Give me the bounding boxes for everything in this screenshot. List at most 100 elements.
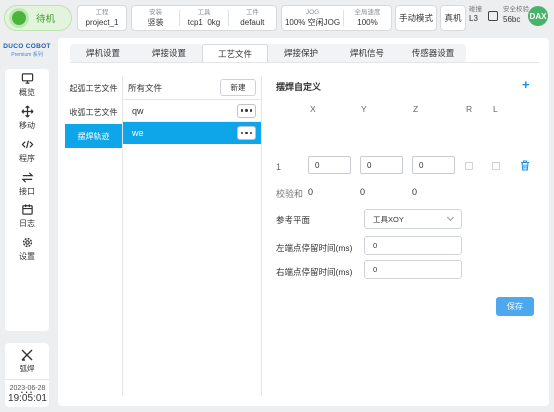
file-type-list: 起弧工艺文件 收弧工艺文件 摆焊轨迹 [65,76,122,148]
y-input[interactable]: 0 [360,156,403,174]
welding-torch-icon [21,349,33,361]
tool-value: tcp1 [187,18,203,27]
left-dwell-label: 左端点停留时间(ms) [276,243,353,253]
checksum-y: 0 [360,187,366,197]
column-y: Y [361,104,367,114]
jog-speed-info[interactable]: JOG 100% 空闲JOG 全局速度 100% [281,5,392,31]
install-label: 安装 [149,9,163,16]
tab-welding-settings[interactable]: 焊接设置 [136,44,202,62]
weave-editor: 摆焊自定义 + X Y Z R L 1 0 0 0 校验和 0 0 0 参考平面… [276,76,541,401]
z-input[interactable]: 0 [412,156,455,174]
project-value: project_1 [85,18,119,27]
sidebar-item-label: 弧焊 [19,364,35,373]
sidebar-item-overview[interactable]: 概览 [5,69,49,102]
logo: DUCO COBOT Premium 系列 [3,42,51,60]
tab-welder-signals[interactable]: 焊机信号 [334,44,400,62]
sidebar: DUCO COBOT Premium 系列 概览 移动 程序 接口 日志 设置 [0,34,55,412]
workpiece-value: default [240,18,265,27]
sidebar-item-label: 设置 [19,252,35,262]
column-l: L [493,104,498,114]
sidebar-item-arc-welding[interactable]: 弧焊 [5,343,49,379]
file-type-arc-end[interactable]: 收弧工艺文件 [65,100,122,124]
tab-divider [70,62,539,63]
tab-bar: 焊机设置 焊接设置 工艺文件 焊接保护 焊机信号 传感器设置 [70,44,466,62]
sidebar-item-label: 移动 [19,121,35,131]
column-x: X [310,104,316,114]
trash-icon[interactable] [520,160,530,171]
ref-plane-value: 工具XOY [373,214,404,224]
collision-level[interactable]: 碰撞 L3 [469,5,482,23]
sidebar-item-label: 概览 [19,88,35,98]
right-dwell-label: 右端点停留时间(ms) [276,267,353,277]
code-icon [21,140,33,149]
safety-label: 安全校验 [503,6,529,13]
list-item[interactable]: qw [123,100,261,122]
manual-mode-button[interactable]: 手动模式 [395,5,437,31]
r-checkbox[interactable] [465,162,473,170]
more-options-icon[interactable] [237,103,256,118]
x-input[interactable]: 0 [308,156,351,174]
jog-mode: 空闲JOG [307,18,341,27]
tab-process-files[interactable]: 工艺文件 [202,44,268,62]
install-tool-info[interactable]: 安装 竖装 工具 tcp1 0kg 工件 default [131,5,277,31]
main-panel: 焊机设置 焊接设置 工艺文件 焊接保护 焊机信号 传感器设置 起弧工艺文件 收弧… [58,38,549,406]
file-type-arc-start[interactable]: 起弧工艺文件 [65,76,122,100]
safety-value: 56bc [503,15,521,24]
ref-plane-label: 参考平面 [276,215,311,225]
real-robot-button[interactable]: 真机 [440,5,466,31]
right-dwell-input[interactable]: 0 [364,260,462,279]
sidebar-item-log[interactable]: 日志 [5,200,49,233]
tool-weight: 0kg [207,18,221,27]
column-r: R [466,104,473,114]
sidebar-item-move[interactable]: 移动 [5,102,49,135]
collision-value: L3 [469,14,478,23]
safety-check: 安全校验 56bc [503,5,529,25]
file-name: qw [132,105,144,116]
checksum-x: 0 [308,187,314,197]
file-list: 所有文件 新建 qw we [122,76,262,396]
status-indicator-icon [12,11,26,25]
save-button[interactable]: 保存 [496,297,534,316]
add-point-icon[interactable]: + [522,77,530,92]
sidebar-item-interface[interactable]: 接口 [5,167,49,200]
file-list-title: 所有文件 [128,82,163,93]
robot-status-badge[interactable]: 待机 [4,5,72,31]
fullscreen-icon[interactable] [488,11,498,21]
more-options-icon[interactable] [237,126,256,140]
tab-welding-protection[interactable]: 焊接保护 [268,44,334,62]
sidebar-item-settings[interactable]: 设置 [5,233,49,266]
clock: 2023-06-28 19:05:01 [0,384,55,404]
file-list-header: 所有文件 新建 [123,76,261,100]
clock-time: 19:05:01 [8,393,47,404]
user-avatar[interactable]: DAX [528,6,548,26]
column-z: Z [413,104,419,114]
tool-label: 工具 [197,9,211,16]
chevron-down-icon [446,213,455,222]
sidebar-item-label: 接口 [19,186,35,196]
top-bar: 待机 工程 project_1 安装 竖装 工具 tcp1 0kg 工件 default… [0,0,554,34]
calendar-icon [21,204,33,216]
left-dwell-input[interactable]: 0 [364,236,462,255]
new-file-button[interactable]: 新建 [220,79,256,96]
sidebar-item-program[interactable]: 程序 [5,135,49,168]
logo-text: DUCO COBOT [3,43,51,50]
gear-icon [22,237,32,248]
tab-sensor-settings[interactable]: 传感器设置 [400,44,466,62]
robot-status-text: 待机 [36,14,56,25]
l-checkbox[interactable] [492,162,500,170]
checksum-z: 0 [412,187,418,197]
file-name: we [132,128,144,138]
file-type-weave[interactable]: 摆焊轨迹 [65,124,122,148]
tab-welder-settings[interactable]: 焊机设置 [70,44,136,62]
row-index: 1 [276,162,282,172]
ref-plane-select[interactable]: 工具XOY [364,209,462,229]
panel-title: 摆焊自定义 [276,82,322,92]
checksum-label: 校验和 [276,189,304,199]
move-icon [21,105,33,118]
collision-label: 碰撞 [469,6,482,13]
list-item[interactable]: we [123,122,261,144]
sidebar-item-label: 日志 [19,219,35,229]
project-info[interactable]: 工程 project_1 [77,5,127,31]
monitor-icon [21,73,33,85]
exchange-icon [20,172,34,183]
